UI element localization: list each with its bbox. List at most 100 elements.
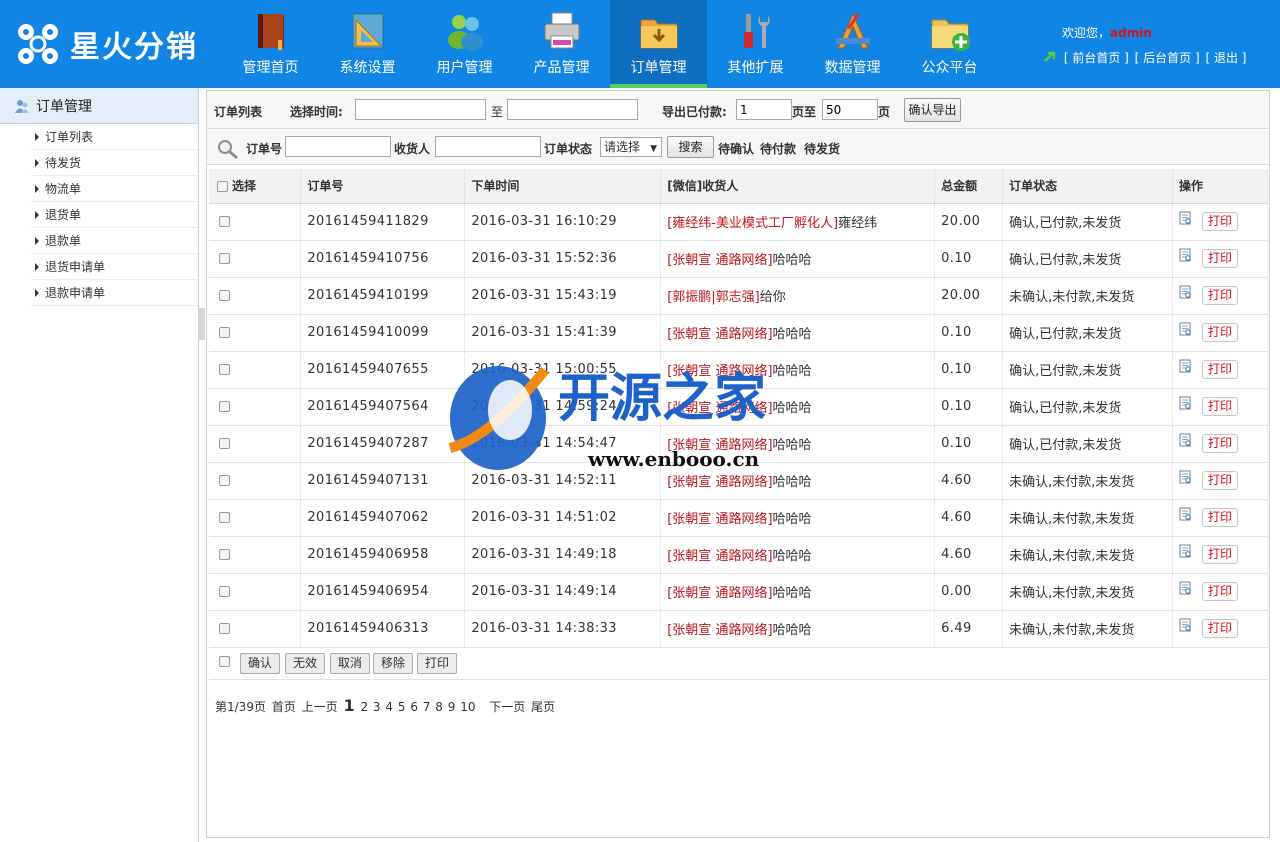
- nav-item-orders[interactable]: 订单管理: [610, 0, 707, 88]
- first-page-link[interactable]: 首页: [272, 700, 296, 714]
- print-button[interactable]: 打印: [1202, 582, 1239, 601]
- print-button[interactable]: 打印: [1202, 434, 1239, 453]
- sidebar-item-pending-shipment[interactable]: 待发货: [31, 150, 198, 176]
- filter-pending-shipment[interactable]: 待发货: [804, 140, 840, 157]
- print-button[interactable]: 打印: [1202, 471, 1239, 490]
- print-button[interactable]: 打印: [1202, 397, 1239, 416]
- print-button[interactable]: 打印: [1202, 508, 1239, 527]
- print-button[interactable]: 打印: [1202, 619, 1239, 638]
- page-link[interactable]: 5: [398, 700, 406, 714]
- row-checkbox[interactable]: [219, 623, 230, 634]
- view-detail-icon[interactable]: [1179, 433, 1192, 447]
- page-link[interactable]: 2: [360, 700, 368, 714]
- bulk-cancel-button[interactable]: 取消: [330, 653, 370, 674]
- filter-pending-payment[interactable]: 待付款: [760, 140, 796, 157]
- order-status-select[interactable]: 请选择 ▼: [600, 137, 662, 157]
- wechat-name[interactable]: [张朝宣 通路网络]: [667, 364, 772, 379]
- wechat-name[interactable]: [张朝宣 通路网络]: [667, 401, 772, 416]
- view-detail-icon[interactable]: [1179, 544, 1192, 558]
- next-page-link[interactable]: 下一页: [489, 700, 525, 714]
- export-page-to-input[interactable]: [822, 99, 878, 120]
- nav-item-home[interactable]: 管理首页: [222, 0, 319, 88]
- row-checkbox[interactable]: [219, 438, 230, 449]
- print-button[interactable]: 打印: [1202, 212, 1239, 231]
- view-detail-icon[interactable]: [1179, 359, 1192, 373]
- page-link[interactable]: 10: [460, 700, 475, 714]
- view-detail-icon[interactable]: [1179, 396, 1192, 410]
- sidebar-item-returns[interactable]: 退货单: [31, 202, 198, 228]
- wechat-name[interactable]: [雍经纬-美业模式工厂孵化人]: [667, 216, 838, 231]
- print-button[interactable]: 打印: [1202, 286, 1239, 305]
- wechat-name[interactable]: [张朝宣 通路网络]: [667, 549, 772, 564]
- link-logout[interactable]: [ 退出 ]: [1205, 51, 1246, 65]
- print-button[interactable]: 打印: [1202, 545, 1239, 564]
- page-link[interactable]: 7: [423, 700, 431, 714]
- wechat-name[interactable]: [张朝宣 通路网络]: [667, 327, 772, 342]
- row-checkbox[interactable]: [219, 290, 230, 301]
- nav-item-extensions[interactable]: 其他扩展: [707, 0, 804, 88]
- prev-page-link[interactable]: 上一页: [302, 700, 338, 714]
- export-page-from-input[interactable]: [736, 99, 792, 120]
- sidebar-item-order-list[interactable]: 订单列表: [31, 124, 198, 150]
- link-admin-home[interactable]: [ 后台首页 ]: [1135, 51, 1200, 65]
- receiver-input[interactable]: [435, 136, 541, 157]
- sidebar-title[interactable]: 订单管理: [0, 88, 198, 124]
- view-detail-icon[interactable]: [1179, 322, 1192, 336]
- row-checkbox[interactable]: [219, 512, 230, 523]
- page-link[interactable]: 8: [435, 700, 443, 714]
- last-page-link[interactable]: 尾页: [531, 700, 555, 714]
- view-detail-icon[interactable]: [1179, 248, 1192, 262]
- view-detail-icon[interactable]: [1179, 618, 1192, 632]
- view-detail-icon[interactable]: [1179, 470, 1192, 484]
- wechat-name[interactable]: [张朝宣 通路网络]: [667, 623, 772, 638]
- link-front-home[interactable]: [ 前台首页 ]: [1064, 51, 1129, 65]
- wechat-name[interactable]: [张朝宣 通路网络]: [667, 475, 772, 490]
- row-checkbox[interactable]: [219, 549, 230, 560]
- view-detail-icon[interactable]: [1179, 211, 1192, 225]
- sidebar-toggle-handle[interactable]: [198, 308, 205, 340]
- wechat-name[interactable]: [张朝宣 通路网络]: [667, 586, 772, 601]
- nav-item-users[interactable]: 用户管理: [416, 0, 513, 88]
- row-checkbox[interactable]: [219, 401, 230, 412]
- row-checkbox[interactable]: [219, 475, 230, 486]
- row-checkbox[interactable]: [219, 327, 230, 338]
- print-button[interactable]: 打印: [1202, 249, 1239, 268]
- select-all-bottom-checkbox[interactable]: [219, 656, 230, 667]
- bulk-print-button[interactable]: 打印: [417, 653, 457, 674]
- wechat-name[interactable]: [张朝宣 通路网络]: [667, 438, 772, 453]
- page-link[interactable]: 6: [410, 700, 418, 714]
- nav-item-data[interactable]: 数据管理: [804, 0, 901, 88]
- page-link[interactable]: 4: [385, 700, 393, 714]
- bulk-invalid-button[interactable]: 无效: [285, 653, 325, 674]
- sidebar-item-return-requests[interactable]: 退货申请单: [31, 254, 198, 280]
- row-checkbox[interactable]: [219, 586, 230, 597]
- sidebar-item-refunds[interactable]: 退款单: [31, 228, 198, 254]
- filter-pending-confirm[interactable]: 待确认: [718, 140, 754, 157]
- order-no-input[interactable]: [285, 136, 391, 157]
- wechat-name[interactable]: [郭振鹏|郭志强]: [667, 290, 760, 305]
- print-button[interactable]: 打印: [1202, 323, 1239, 342]
- wechat-name[interactable]: [张朝宣 通路网络]: [667, 512, 772, 527]
- nav-item-settings[interactable]: 系统设置: [319, 0, 416, 88]
- search-button[interactable]: 搜索: [667, 136, 714, 158]
- confirm-export-button[interactable]: 确认导出: [904, 98, 961, 122]
- view-detail-icon[interactable]: [1179, 285, 1192, 299]
- page-link[interactable]: 9: [448, 700, 456, 714]
- row-checkbox[interactable]: [219, 364, 230, 375]
- end-time-input[interactable]: [507, 99, 638, 120]
- username[interactable]: admin: [1110, 26, 1152, 40]
- bulk-confirm-button[interactable]: 确认: [240, 653, 280, 674]
- print-button[interactable]: 打印: [1202, 360, 1239, 379]
- brand-logo[interactable]: 星火分销: [12, 18, 198, 70]
- nav-item-public-platform[interactable]: 公众平台: [901, 0, 998, 88]
- row-checkbox[interactable]: [219, 216, 230, 227]
- view-detail-icon[interactable]: [1179, 581, 1192, 595]
- col-select[interactable]: 选择: [209, 169, 302, 204]
- wechat-name[interactable]: [张朝宣 通路网络]: [667, 253, 772, 268]
- row-checkbox[interactable]: [219, 253, 230, 264]
- start-time-input[interactable]: [355, 99, 486, 120]
- select-all-checkbox[interactable]: [217, 181, 228, 193]
- nav-item-products[interactable]: 产品管理: [513, 0, 610, 88]
- sidebar-item-logistics[interactable]: 物流单: [31, 176, 198, 202]
- sidebar-item-refund-requests[interactable]: 退款申请单: [31, 280, 198, 306]
